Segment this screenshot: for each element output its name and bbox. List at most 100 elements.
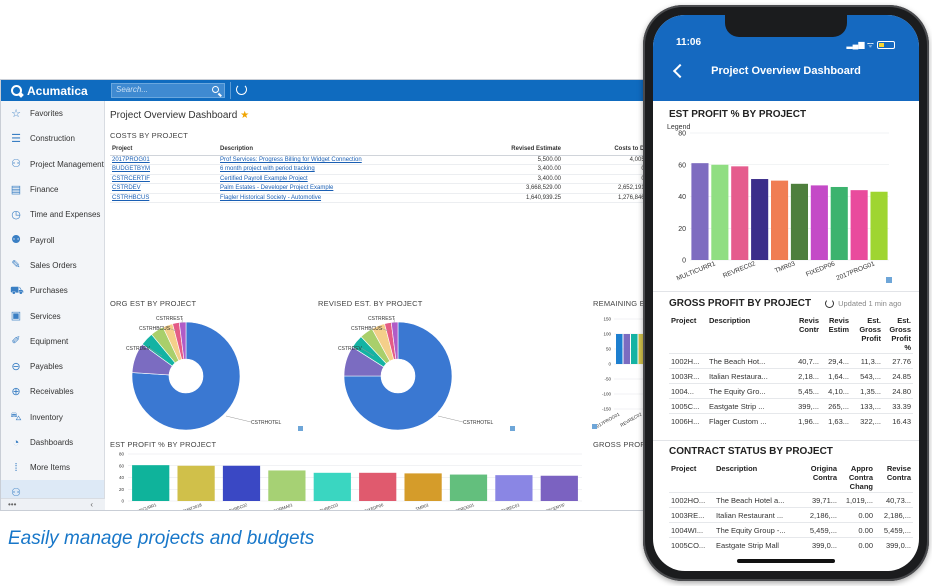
table-cell: 1002H... — [669, 353, 707, 369]
search-placeholder: Search... — [116, 85, 149, 94]
bar[interactable] — [623, 334, 631, 364]
column-header-revised-estimate[interactable]: Revised Estimate — [463, 143, 563, 156]
history-icon[interactable] — [236, 84, 247, 95]
description-link[interactable]: Certified Payroll Example Project — [218, 174, 463, 184]
bar[interactable] — [631, 334, 638, 364]
project-link[interactable]: BUDGETBYM — [110, 164, 218, 175]
sidebar-item-sales-orders[interactable]: ✎ Sales Orders — [1, 253, 104, 278]
project-link[interactable]: 2017PROG01 — [110, 155, 218, 165]
table-row[interactable]: 1005CO... Eastgate Strip Mall 399,0... 0.00… — [669, 537, 913, 553]
sidebar-item-construction[interactable]: ☰ Construction — [1, 126, 104, 151]
sidebar-item-dashboards[interactable]: ◔ Dashboards — [1, 430, 104, 455]
description-link[interactable]: Prof Services: Progress Billing for Widg… — [218, 155, 463, 165]
table-cell: 1,019,... — [839, 492, 875, 508]
table-row[interactable]: 1004... The Equity Gro... 5,45... 4,10... 1,… — [669, 383, 913, 399]
bar[interactable] — [540, 475, 578, 501]
refresh-icon[interactable] — [825, 298, 835, 308]
bar[interactable] — [731, 166, 749, 260]
x-tick-label: REVREC03 — [316, 502, 339, 511]
bar[interactable] — [850, 190, 868, 260]
table-row[interactable]: 2017PROG01 Prof Services: Progress Billin… — [110, 155, 655, 165]
column-header-project[interactable]: Project — [110, 143, 218, 156]
table-cell: Flager Custom ... — [707, 413, 789, 429]
y-tick-label: 40 — [119, 475, 125, 480]
project-link[interactable]: CSTRDEV — [110, 183, 218, 194]
bar[interactable] — [616, 334, 623, 364]
table-cell: 11,3... — [851, 353, 883, 369]
y-tick-label: 20 — [119, 487, 125, 492]
bar[interactable] — [770, 180, 789, 260]
home-indicator[interactable] — [737, 559, 835, 563]
table-row[interactable]: 1004WI... The Equity Group -... 5,459,... 0… — [669, 522, 913, 538]
bar[interactable] — [751, 179, 769, 260]
project-link[interactable]: CSTRHBCUS — [110, 193, 218, 203]
brand-logo[interactable]: Acumatica — [1, 80, 105, 101]
description-link[interactable]: Flagler Historical Society - Automotive — [218, 193, 463, 203]
gross-profit-column-header[interactable]: Description — [707, 315, 789, 354]
bar[interactable] — [711, 164, 729, 260]
sidebar-item-more-items[interactable]: ⁞ More Items — [1, 455, 104, 480]
sidebar-item-time-and-expenses[interactable]: ◷ Time and Expenses — [1, 202, 104, 227]
gross-profit-column-header[interactable]: Revis Estim — [821, 315, 851, 354]
sidebar-item-finance[interactable]: ▤ Finance — [1, 177, 104, 202]
description-link[interactable]: 6 month project with period tracking — [218, 164, 463, 175]
contract-status-column-header[interactable]: Appro Contra Chang — [839, 463, 875, 493]
bar[interactable] — [790, 183, 809, 260]
chart-export-icon[interactable] — [592, 424, 597, 429]
bar[interactable] — [691, 163, 709, 260]
column-header-costs-to-date[interactable]: Costs to Date — [563, 143, 655, 156]
sidebar-item-receivables[interactable]: ⊕ Receivables — [1, 379, 104, 404]
bar[interactable] — [404, 473, 442, 501]
contract-status-column-header[interactable]: Description — [714, 463, 801, 493]
table-row[interactable]: 1006H... Flager Custom ... 1,96... 1,63... 3… — [669, 413, 913, 429]
favorite-star-icon[interactable]: ★ — [240, 110, 249, 121]
cart-icon: ⛟ — [10, 284, 24, 297]
description-link[interactable]: Palm Estates - Developer Project Example — [218, 183, 463, 194]
bar[interactable] — [313, 472, 351, 501]
project-link[interactable]: CSTRCERTIF — [110, 174, 218, 184]
bar[interactable] — [268, 470, 306, 501]
table-row[interactable]: BUDGETBYM 6 month project with period tra… — [110, 164, 655, 175]
bar[interactable] — [177, 465, 215, 501]
bar[interactable] — [449, 474, 488, 501]
collapse-chevron-icon[interactable]: ‹ — [90, 500, 93, 509]
gross-profit-column-header[interactable]: Revis Contr — [789, 315, 821, 354]
chart-export-icon[interactable] — [886, 277, 892, 283]
bar[interactable] — [222, 465, 261, 501]
table-row[interactable]: 1003RE... Italian Restaurant ... 2,186,...… — [669, 507, 913, 523]
gross-profit-column-header[interactable]: Est. Gross Profit — [851, 315, 883, 354]
contract-status-column-header[interactable]: Project — [669, 463, 714, 493]
bar[interactable] — [870, 191, 888, 260]
sidebar-item-project-management[interactable]: ⚇ Project Management — [1, 152, 104, 177]
chart-export-icon[interactable] — [510, 426, 515, 431]
bar[interactable] — [810, 185, 828, 260]
table-row[interactable]: CSTRDEV Palm Estates - Developer Project … — [110, 183, 655, 194]
sidebar-item-purchases[interactable]: ⛟ Purchases — [1, 278, 104, 303]
sidebar-item-services[interactable]: ▣ Services — [1, 303, 104, 328]
table-row[interactable]: 1002H... The Beach Hot... 40,7... 29,4... 11… — [669, 353, 913, 369]
pie-label: CSTRDEV — [126, 346, 151, 352]
search-icon[interactable] — [212, 86, 219, 93]
chart-export-icon[interactable] — [298, 426, 303, 431]
bar[interactable] — [495, 475, 533, 501]
table-row[interactable]: CSTRHBCUS Flagler Historical Society - Au… — [110, 193, 655, 203]
more-dots-icon[interactable]: ••• — [8, 500, 16, 509]
contract-status-column-header[interactable]: Revise Contra — [875, 463, 913, 493]
sidebar-item-inventory[interactable]: ⛍ Inventory — [1, 405, 104, 430]
column-header-description[interactable]: Description — [218, 143, 463, 156]
sidebar-item-favorites[interactable]: ☆ Favorites — [1, 101, 104, 126]
table-row[interactable]: 1002HO... The Beach Hotel a... 39,71... 1,0… — [669, 492, 913, 508]
table-row[interactable]: 1005C... Eastgate Strip ... 399,... 265,...… — [669, 398, 913, 414]
gross-profit-column-header[interactable]: Project — [669, 315, 707, 354]
sidebar-item-equipment[interactable]: ✐ Equipment — [1, 329, 104, 354]
contract-status-column-header[interactable]: Origina Contra — [801, 463, 839, 493]
gross-profit-column-header[interactable]: Est. Gross Profit % — [883, 315, 913, 354]
search-input[interactable]: Search... — [111, 83, 225, 98]
table-row[interactable]: 1003R... Italian Restaura... 2,18... 1,64..… — [669, 368, 913, 384]
bar[interactable] — [132, 465, 170, 501]
bar[interactable] — [359, 472, 397, 501]
table-row[interactable]: CSTRCERTIF Certified Payroll Example Proj… — [110, 174, 655, 184]
bar[interactable] — [830, 186, 848, 260]
sidebar-item-payables[interactable]: ⊖ Payables — [1, 354, 104, 379]
sidebar-item-payroll[interactable]: ⚉ Payroll — [1, 227, 104, 252]
